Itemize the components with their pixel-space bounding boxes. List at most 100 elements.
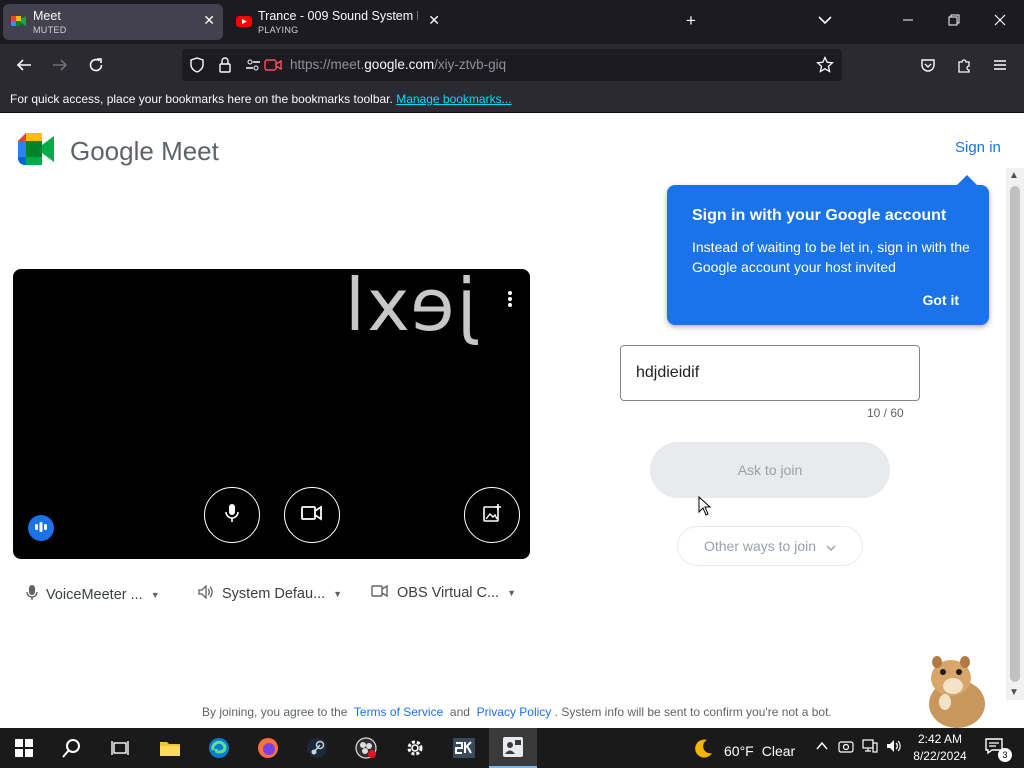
volume-icon[interactable] [886,739,902,756]
more-options-icon[interactable] [508,291,512,309]
system-clock[interactable]: 2:42 AM 8/22/2024 [908,731,972,765]
bookmark-star-icon[interactable] [816,56,834,74]
other-ways-to-join-button[interactable]: Other ways to join [677,526,863,566]
speaker-icon [198,584,214,603]
sign-in-link[interactable]: Sign in [955,139,1001,156]
video-preview: jexl [13,269,530,559]
url-text: https://meet.google.com/xiy-ztvb-giq [290,57,507,72]
camera-select-label: OBS Virtual C... [397,585,500,601]
permissions-icon[interactable] [244,56,262,74]
network-icon[interactable] [862,739,878,756]
camera-select[interactable]: OBS Virtual C... ▼ [371,584,516,601]
tab-title: Meet [33,9,61,23]
restore-window-icon[interactable] [948,10,960,32]
google-meet-logo[interactable]: Google Meet [18,133,219,170]
meet-page: Google Meet Sign in Sign in with your Go… [0,113,1024,728]
pocket-icon[interactable] [916,53,940,77]
speaker-select-label: System Defau... [222,586,326,602]
got-it-button[interactable]: Got it [922,292,959,308]
scroll-down-arrow-icon[interactable]: ▼ [1009,687,1019,698]
mirrored-camera-text: jexl [343,269,477,347]
list-tabs-chevron-icon[interactable] [818,10,832,32]
weather-temperature: 60°F [724,742,754,759]
moon-icon [692,738,714,763]
windows-taskbar: 60°F Clear 2:42 AM 8/22/2024 3 [0,728,1024,768]
dropdown-caret-icon: ▼ [507,588,516,598]
tab-meet[interactable]: Meet MUTED ✕ [3,4,223,40]
browser-tab-bar: Meet MUTED ✕ Trance - 009 Sound System D… [0,0,1024,44]
close-tab-icon[interactable]: ✕ [203,12,215,29]
back-arrow-icon[interactable] [12,53,36,77]
youtube-favicon-icon [236,13,252,29]
tab-status: PLAYING [258,25,299,35]
app-2k-icon[interactable] [440,728,488,768]
video-camera-icon [371,584,389,601]
logo-text: Google Meet [70,136,219,166]
windows-start-icon[interactable] [0,728,48,768]
edge-browser-icon[interactable] [195,728,243,768]
chevron-down-icon [826,538,836,554]
action-center-icon[interactable]: 3 [984,736,1012,762]
active-app-icon[interactable] [489,728,537,768]
tab-youtube[interactable]: Trance - 009 Sound System Dre PLAYING ✕ [228,4,448,40]
url-bar[interactable]: https://meet.google.com/xiy-ztvb-giq [182,49,842,81]
terms-of-service-link[interactable]: Terms of Service [354,705,443,719]
tracking-protection-shield-icon[interactable] [188,56,206,74]
tab-title: Trance - 009 Sound System Dre [258,9,418,23]
privacy-policy-link[interactable]: Privacy Policy [477,705,552,719]
close-tab-icon[interactable]: ✕ [428,12,440,29]
new-tab-button[interactable]: + [686,10,696,32]
obs-studio-icon[interactable] [342,728,390,768]
scroll-up-arrow-icon[interactable]: ▲ [1009,170,1019,181]
visual-effects-button[interactable] [464,487,520,543]
sign-in-tooltip: Sign in with your Google account Instead… [667,175,989,325]
ask-to-join-button[interactable]: Ask to join [650,442,890,498]
minimize-window-icon[interactable] [902,10,914,32]
task-view-icon[interactable] [96,728,144,768]
manage-bookmarks-link[interactable]: Manage bookmarks... [396,92,511,106]
extensions-puzzle-icon[interactable] [952,53,976,77]
menu-hamburger-icon[interactable] [988,53,1012,77]
speaker-select[interactable]: System Defau... ▼ [198,584,343,603]
google-meet-logo-icon [18,133,56,170]
clock-date: 8/22/2024 [913,749,967,763]
notification-count-badge: 3 [998,748,1012,762]
show-hidden-icons-chevron-icon[interactable] [816,739,828,754]
microphone-select[interactable]: VoiceMeeter ... ▼ [26,585,160,605]
google-meet-favicon-icon [11,13,27,29]
file-explorer-icon[interactable] [146,728,194,768]
audio-bars-icon [34,519,48,537]
weather-widget[interactable]: 60°F Clear [692,738,795,763]
settings-gear-icon[interactable] [391,728,439,768]
add-effects-icon [482,503,502,528]
video-camera-icon [301,504,323,526]
lock-icon[interactable] [216,56,234,74]
firefox-icon[interactable] [244,728,292,768]
camera-in-use-icon[interactable] [264,56,282,74]
legal-notice: By joining, you agree to the Terms of Se… [202,705,832,719]
other-ways-label: Other ways to join [703,538,817,554]
search-icon[interactable] [48,728,96,768]
bookmarks-message: For quick access, place your bookmarks h… [10,92,512,106]
dropdown-caret-icon: ▼ [333,589,343,599]
your-name-input[interactable] [620,345,920,401]
bookmarks-toolbar: For quick access, place your bookmarks h… [0,86,1024,113]
hamster-sticker-image [915,648,995,728]
forward-arrow-icon[interactable] [48,53,72,77]
steam-icon[interactable] [293,728,341,768]
close-window-icon[interactable] [994,10,1006,32]
page-scrollbar[interactable]: ▲ ▼ [1006,168,1024,700]
microphone-icon [26,585,38,605]
camera-toggle-button[interactable] [284,487,340,543]
microphone-toggle-button[interactable] [204,487,260,543]
audio-level-indicator [28,515,54,541]
microphone-select-label: VoiceMeeter ... [46,587,143,603]
character-counter: 10 / 60 [867,406,904,420]
tooltip-body: Instead of waiting to be let in, sign in… [692,239,970,275]
tab-status: MUTED [33,25,67,35]
camera-tray-icon[interactable] [838,739,854,756]
scrollbar-thumb[interactable] [1010,186,1020,682]
mouse-cursor-icon [698,495,712,521]
clock-time: 2:42 AM [917,732,963,746]
reload-icon[interactable] [84,53,108,77]
